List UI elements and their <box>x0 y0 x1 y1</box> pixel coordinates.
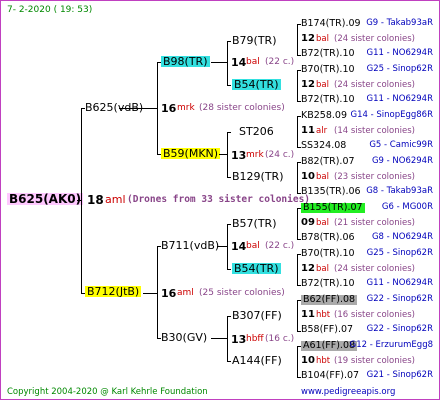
gen3-queen-7[interactable]: B307(FF) <box>232 310 282 321</box>
gen4-drone-note: (19 sister colonies) <box>334 356 415 366</box>
gen2-queen-2[interactable]: B59(MKN) <box>161 148 221 159</box>
root-drone-count: 18 <box>87 193 104 207</box>
footer-copyright: Copyright 2004-2020 @ Karl Kehrle Founda… <box>7 387 208 397</box>
gen4-bottom-info: G21 - Sinop62R <box>366 370 433 380</box>
gen1-drone-origin-2: aml <box>177 288 194 298</box>
gen2-queen-1[interactable]: B98(TR) <box>161 56 210 67</box>
gen3-queen-6[interactable]: B54(TR) <box>232 263 281 274</box>
gen3-queen-5[interactable]: B57(TR) <box>232 218 277 229</box>
gen2-drone-origin-3: bal <box>246 241 260 251</box>
gen4-bottom-queen[interactable]: B78(TR).06 <box>301 233 355 243</box>
gen4-drone-count: 10 <box>301 171 315 182</box>
gen4-bottom-queen[interactable]: B72(TR).10 <box>301 95 355 105</box>
gen4-drone-origin: bal <box>316 34 329 44</box>
gen4-drone-count: 12 <box>301 33 315 44</box>
gen4-top-info: G25 - Sinop62R <box>366 248 433 258</box>
gen2-drone-note-4: (16 c.) <box>265 334 295 344</box>
pedigree-tree: 7- 2-2020 ( 19: 53) B625(AK0) 18 aml (Dr… <box>0 0 440 400</box>
gen4-top-queen[interactable]: B62(FF).08 <box>301 295 358 305</box>
gen2-drone-count-1: 14 <box>231 56 247 69</box>
gen3-queen-1[interactable]: B79(TR) <box>232 35 277 46</box>
gen2-drone-origin-2: mrk <box>246 150 264 160</box>
gen4-bottom-queen[interactable]: B72(TR).10 <box>301 49 355 59</box>
gen4-top-queen[interactable]: A61(FF).08 <box>301 341 358 351</box>
gen4-drone-note: (24 sister colonies) <box>334 34 415 44</box>
gen4-drone-origin: hbt <box>316 310 331 320</box>
gen4-bottom-info: G11 - NO6294R <box>366 278 433 288</box>
footer-site-link[interactable]: www.pedigreeapis.org <box>301 388 395 397</box>
gen2-drone-origin-1: bal <box>246 57 260 67</box>
gen4-drone-origin: bal <box>316 172 329 182</box>
root-drone-note: (Drones from 33 sister colonies) <box>127 194 311 205</box>
gen4-drone-note: (14 sister colonies) <box>334 126 415 136</box>
gen4-drone-note: (16 sister colonies) <box>334 310 415 320</box>
gen2-drone-note-1: (22 c.) <box>265 57 295 67</box>
gen4-drone-origin: hbt <box>316 356 331 366</box>
gen4-bottom-queen[interactable]: B58(FF).07 <box>301 325 353 335</box>
gen4-drone-origin: bal <box>316 80 329 90</box>
gen4-bottom-queen[interactable]: SS324.08 <box>301 141 346 151</box>
gen3-queen-2[interactable]: B54(TR) <box>232 79 281 90</box>
gen4-bottom-info: G11 - NO6294R <box>366 94 433 104</box>
gen4-bottom-info: G8 - Takab93aR <box>366 186 433 196</box>
gen4-drone-origin: bal <box>316 218 329 228</box>
gen4-bottom-info: G11 - NO6294R <box>366 48 433 58</box>
gen2-drone-count-2: 13 <box>231 149 247 162</box>
gen2-drone-count-4: 13 <box>231 333 247 346</box>
gen1-drone-origin-1: mrk <box>177 103 195 113</box>
gen2-queen-3[interactable]: B711(vdB) <box>161 240 219 251</box>
gen4-bottom-queen[interactable]: B135(TR).06 <box>301 187 361 197</box>
gen4-drone-origin: bal <box>316 264 329 274</box>
gen4-drone-count: 11 <box>301 309 315 320</box>
gen4-bottom-queen[interactable]: B72(TR).10 <box>301 279 355 289</box>
gen1-drone-note-2: (25 sister colonies) <box>199 288 285 298</box>
print-date: 7- 2-2020 ( 19: 53) <box>7 5 93 15</box>
gen4-drone-note: (24 sister colonies) <box>334 264 415 274</box>
gen4-top-info: G22 - Sinop62R <box>366 294 433 304</box>
gen4-top-info: G14 - SinopEgg86R <box>350 110 434 120</box>
gen2-drone-note-3: (22 c.) <box>265 241 295 251</box>
gen3-queen-3[interactable]: ST206 <box>239 126 274 137</box>
gen4-drone-count: 09 <box>301 217 315 228</box>
gen4-bottom-info: G22 - Sinop62R <box>366 324 433 334</box>
gen2-drone-origin-4: hbff <box>246 334 264 344</box>
gen4-drone-note: (21 sister colonies) <box>334 218 415 228</box>
gen1-queen-2[interactable]: B712(JtB) <box>85 286 142 297</box>
gen4-drone-note: (23 sister colonies) <box>334 172 415 182</box>
gen4-drone-count: 10 <box>301 355 315 366</box>
gen4-top-queen[interactable]: KB258.09 <box>301 111 347 121</box>
gen4-bottom-info: G5 - Camic99R <box>369 140 433 150</box>
root-drone-origin: aml <box>105 193 126 206</box>
gen3-queen-4[interactable]: B129(TR) <box>232 171 284 182</box>
gen4-bottom-info: G8 - NO6294R <box>371 232 433 242</box>
gen1-drone-count-2: 16 <box>161 287 177 300</box>
gen3-queen-8[interactable]: A144(FF) <box>232 355 282 366</box>
gen4-drone-count: 11 <box>301 125 315 136</box>
gen4-top-queen[interactable]: B174(TR).09 <box>301 19 361 29</box>
gen4-drone-count: 12 <box>301 79 315 90</box>
gen4-bottom-queen[interactable]: B104(FF).07 <box>301 371 359 381</box>
gen4-top-info: G6 - MG00R <box>381 202 433 212</box>
gen2-drone-count-3: 14 <box>231 240 247 253</box>
gen4-top-info: G9 - NO6294R <box>371 156 433 166</box>
gen2-drone-note-2: (24 c.) <box>265 150 295 160</box>
gen2-queen-4[interactable]: B30(GV) <box>161 332 207 343</box>
gen4-top-queen[interactable]: B82(TR).07 <box>301 157 355 167</box>
gen4-drone-origin: alr <box>316 126 328 136</box>
gen4-drone-count: 12 <box>301 263 315 274</box>
root-queen[interactable]: B625(AK0) <box>7 193 84 205</box>
gen4-top-queen[interactable]: B70(TR).10 <box>301 249 355 259</box>
gen1-drone-note-1: (28 sister colonies) <box>199 103 285 113</box>
gen4-top-info: G25 - Sinop62R <box>366 64 433 74</box>
gen4-top-queen[interactable]: B155(TR).07 <box>301 203 365 213</box>
gen4-top-queen[interactable]: B70(TR).10 <box>301 65 355 75</box>
gen1-drone-count-1: 16 <box>161 102 177 115</box>
gen4-top-info: G12 - ErzurumEgg8 <box>349 340 433 350</box>
gen4-top-info: G9 - Takab93aR <box>366 18 433 28</box>
gen4-drone-note: (24 sister colonies) <box>334 80 415 90</box>
